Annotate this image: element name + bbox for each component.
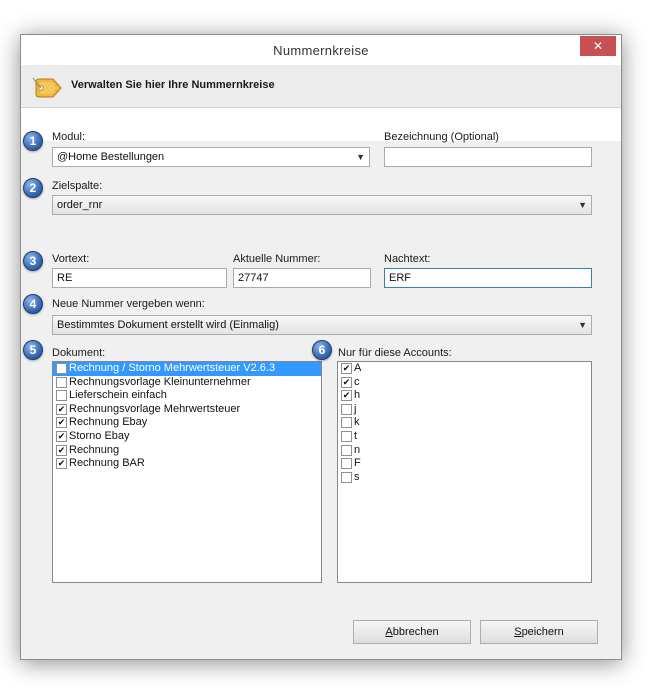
bezeichnung-label: Bezeichnung (Optional) bbox=[384, 131, 499, 143]
accounts-item-label: j bbox=[354, 402, 357, 415]
checkbox-checked-icon[interactable]: ✔ bbox=[341, 363, 352, 374]
checkbox-unchecked-icon[interactable] bbox=[56, 390, 67, 402]
step-badge-2: 2 bbox=[23, 178, 43, 198]
dokument-list-item[interactable]: ✔ Rechnung Ebay bbox=[53, 416, 321, 430]
dokument-label: Dokument: bbox=[52, 347, 106, 359]
vortext-input[interactable] bbox=[52, 268, 227, 288]
cancel-label-rest: bbrechen bbox=[392, 626, 439, 638]
dokument-list-item[interactable]: Rechnungsvorlage Kleinunternehmer bbox=[53, 376, 321, 390]
accounts-item-label: t bbox=[354, 429, 358, 442]
dokument-item-label: Storno Ebay bbox=[69, 429, 130, 442]
dokument-item-label: Rechnung Ebay bbox=[69, 416, 148, 429]
zielspalte-label: Zielspalte: bbox=[52, 180, 103, 192]
close-button[interactable]: ✕ bbox=[580, 36, 616, 56]
header-band: Verwalten Sie hier Ihre Nummernkreise bbox=[21, 65, 621, 108]
chevron-down-icon: ▼ bbox=[356, 152, 365, 162]
accounts-list-item[interactable]: ✔ A bbox=[338, 362, 591, 376]
accounts-item-label: n bbox=[354, 443, 361, 456]
nachtext-input[interactable] bbox=[384, 268, 592, 288]
cancel-mnemonic: A bbox=[385, 626, 393, 638]
accounts-list-item[interactable]: n bbox=[338, 444, 591, 458]
dokument-item-label: Rechnung BAR bbox=[69, 457, 145, 470]
step-badge-5: 5 bbox=[23, 340, 43, 360]
accounts-list-item[interactable]: F bbox=[338, 457, 591, 471]
vortext-label: Vortext: bbox=[52, 253, 90, 265]
header-panel: Verwalten Sie hier Ihre Nummernkreise bbox=[21, 65, 621, 141]
save-button[interactable]: Speichern bbox=[480, 620, 598, 644]
dokument-list-item[interactable]: Lieferschein einfach bbox=[53, 389, 321, 403]
checkbox-unchecked-icon[interactable] bbox=[341, 403, 352, 415]
cancel-button[interactable]: Abbrechen bbox=[353, 620, 471, 644]
neue-nummer-label: Neue Nummer vergeben wenn: bbox=[52, 298, 205, 310]
checkbox-unchecked-icon[interactable] bbox=[341, 458, 352, 470]
checkbox-unchecked-icon[interactable] bbox=[341, 430, 352, 442]
checkbox-checked-icon[interactable]: ✔ bbox=[341, 390, 352, 402]
accounts-item-label: h bbox=[354, 389, 361, 402]
checkbox-checked-icon[interactable]: ✔ bbox=[56, 430, 67, 442]
chevron-down-icon: ▼ bbox=[578, 200, 587, 210]
accounts-list-item[interactable]: k bbox=[338, 416, 591, 430]
dokument-list-item[interactable]: ✔ Rechnung BAR bbox=[53, 457, 321, 471]
accounts-list-item[interactable]: t bbox=[338, 430, 591, 444]
title-bar[interactable]: Nummernkreise ✕ bbox=[21, 35, 621, 65]
accounts-item-label: F bbox=[354, 457, 361, 470]
header-title: Verwalten Sie hier Ihre Nummernkreise bbox=[71, 79, 275, 91]
accounts-list-item[interactable]: ✔ h bbox=[338, 389, 591, 403]
aktuelle-nummer-label: Aktuelle Nummer: bbox=[233, 253, 321, 265]
window-title: Nummernkreise bbox=[273, 43, 369, 58]
dokument-list-item[interactable]: ✔ Rechnung bbox=[53, 444, 321, 458]
aktuelle-nummer-input[interactable] bbox=[233, 268, 371, 288]
save-mnemonic: S bbox=[514, 626, 522, 638]
step-badge-4: 4 bbox=[23, 294, 43, 314]
checkbox-unchecked-icon[interactable] bbox=[341, 471, 352, 483]
zielspalte-value: order_rnr bbox=[57, 199, 103, 211]
checkbox-checked-icon[interactable]: ✔ bbox=[56, 444, 67, 456]
dokument-item-label: Rechnung / Storno Mehrwertsteuer V2.6.3 bbox=[69, 362, 276, 374]
step-badge-1: 1 bbox=[23, 131, 43, 151]
checkbox-checked-icon[interactable]: ✔ bbox=[56, 417, 67, 429]
neue-nummer-value: Bestimmtes Dokument erstellt wird (Einma… bbox=[57, 319, 279, 331]
accounts-item-label: A bbox=[354, 362, 362, 374]
checkbox-checked-icon[interactable]: ✔ bbox=[56, 458, 67, 470]
checkbox-unchecked-icon[interactable] bbox=[56, 376, 67, 388]
chevron-down-icon: ▼ bbox=[578, 320, 587, 330]
dokument-list-item[interactable]: ✔ Storno Ebay bbox=[53, 430, 321, 444]
modul-value: @Home Bestellungen bbox=[57, 151, 165, 163]
bezeichnung-input[interactable] bbox=[384, 147, 592, 167]
accounts-item-label: s bbox=[354, 470, 360, 483]
checkbox-checked-icon[interactable]: ✔ bbox=[56, 403, 67, 415]
save-label-rest: peichern bbox=[521, 626, 564, 638]
nachtext-label: Nachtext: bbox=[384, 253, 431, 265]
accounts-item-label: c bbox=[354, 375, 360, 388]
zielspalte-select[interactable]: order_rnr ▼ bbox=[52, 195, 592, 215]
tag-icon bbox=[32, 77, 62, 98]
accounts-label: Nur für diese Accounts: bbox=[338, 347, 452, 359]
modul-select[interactable]: @Home Bestellungen ▼ bbox=[52, 147, 370, 167]
step-badge-6: 6 bbox=[312, 340, 332, 360]
close-icon: ✕ bbox=[592, 39, 604, 53]
accounts-item-label: k bbox=[354, 416, 360, 429]
checkbox-checked-icon[interactable]: ✔ bbox=[341, 376, 352, 388]
dokument-item-label: Rechnungsvorlage Kleinunternehmer bbox=[69, 375, 251, 388]
checkbox-unchecked-icon[interactable] bbox=[56, 363, 67, 374]
neue-nummer-select[interactable]: Bestimmtes Dokument erstellt wird (Einma… bbox=[52, 315, 592, 335]
dokument-list-item[interactable]: ✔ Rechnungsvorlage Mehrwertsteuer bbox=[53, 403, 321, 417]
accounts-list-item[interactable]: ✔ c bbox=[338, 376, 591, 390]
accounts-list-item[interactable]: s bbox=[338, 471, 591, 485]
checkbox-unchecked-icon[interactable] bbox=[341, 444, 352, 456]
dokument-listbox[interactable]: Rechnung / Storno Mehrwertsteuer V2.6.3 R… bbox=[52, 361, 322, 583]
step-badge-3: 3 bbox=[23, 251, 43, 271]
accounts-listbox[interactable]: ✔ A ✔ c ✔ h j k t n Fs bbox=[337, 361, 592, 583]
dokument-list-item[interactable]: Rechnung / Storno Mehrwertsteuer V2.6.3 bbox=[53, 362, 321, 376]
checkbox-unchecked-icon[interactable] bbox=[341, 417, 352, 429]
dokument-item-label: Rechnung bbox=[69, 443, 120, 456]
dokument-item-label: Rechnungsvorlage Mehrwertsteuer bbox=[69, 402, 241, 415]
dialog-window: Nummernkreise ✕ Verwalten Sie hier Ihre … bbox=[20, 34, 622, 660]
dokument-item-label: Lieferschein einfach bbox=[69, 389, 167, 402]
modul-label: Modul: bbox=[52, 131, 86, 143]
accounts-list-item[interactable]: j bbox=[338, 403, 591, 417]
